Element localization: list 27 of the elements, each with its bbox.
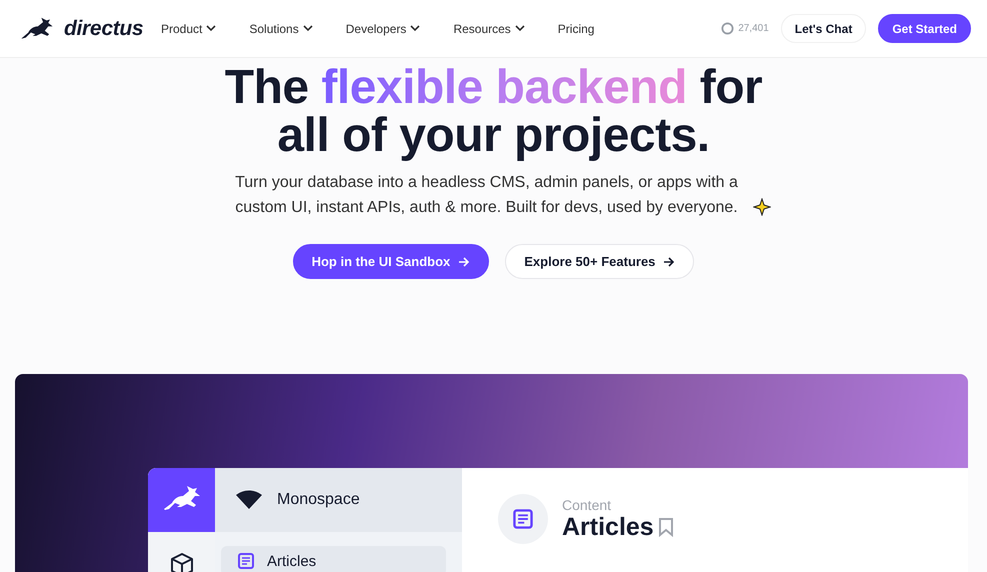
brand-name[interactable]: directus xyxy=(64,16,144,40)
github-icon xyxy=(721,22,734,35)
sandbox-button[interactable]: Hop in the UI Sandbox xyxy=(292,244,490,279)
chevron-down-icon xyxy=(514,25,525,32)
chevron-down-icon xyxy=(206,25,216,32)
chevron-down-icon xyxy=(302,25,313,32)
sparkles-icon xyxy=(752,198,770,216)
hero-headline: The flexible backend for all of your projects. xyxy=(224,64,764,160)
features-button[interactable]: Explore 50+ Features xyxy=(505,244,694,279)
cube-icon[interactable] xyxy=(168,552,194,572)
nav-link[interactable]: Solutions xyxy=(249,22,313,36)
nav-link[interactable]: Pricing xyxy=(558,22,594,36)
get-started-button[interactable]: Get Started xyxy=(878,14,971,43)
wifi-icon xyxy=(235,490,263,510)
nav-item[interactable]: Articles xyxy=(221,546,446,572)
project-header: Monospace xyxy=(215,468,462,532)
nav-link[interactable]: Resources xyxy=(453,22,525,36)
page-title: Articles xyxy=(562,512,654,542)
nav-link[interactable]: Developers xyxy=(346,22,420,36)
nav-link[interactable]: Product xyxy=(161,22,216,36)
arrow-right-icon xyxy=(663,256,676,266)
hero-subtitle: Turn your database into a headless CMS, admin panels, or apps with a custom UI, instant APIs, auth & more. Built for devs, used by everyone. xyxy=(234,173,739,218)
arrow-right-icon xyxy=(458,256,470,266)
chevron-down-icon xyxy=(410,25,420,32)
document-icon xyxy=(512,508,534,530)
document-icon xyxy=(237,552,255,570)
chat-button[interactable]: Let's Chat xyxy=(780,14,866,43)
